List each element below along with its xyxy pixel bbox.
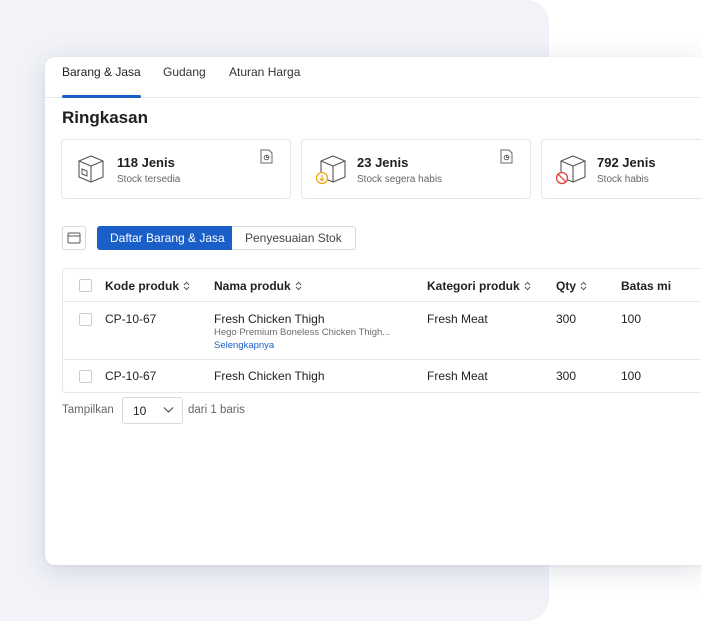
product-min-limit: 100 (621, 369, 642, 383)
product-category: Fresh Meat (427, 369, 488, 383)
pagination-suffix: dari 1 baris (188, 404, 245, 416)
row-checkbox[interactable] (79, 370, 92, 383)
header-label: Kode produk (105, 279, 179, 293)
row-checkbox[interactable] (79, 313, 92, 326)
column-header-nama[interactable]: Nama produk (214, 279, 302, 293)
read-more-link[interactable]: Selengkapnya (214, 340, 274, 351)
table-row[interactable]: CP-10-67 Fresh Chicken Thigh Fresh Meat … (63, 360, 701, 392)
report-icon[interactable] (500, 149, 513, 164)
summary-label: Stock habis (597, 174, 649, 185)
table-view-icon (67, 232, 81, 244)
column-header-qty[interactable]: Qty (556, 279, 587, 293)
summary-count: 118 Jenis (117, 155, 175, 170)
summary-label: Stock tersedia (117, 174, 181, 185)
product-table: Kode produk Nama produk Kategori produk … (62, 268, 701, 393)
pagination: Tampilkan 10 dari 1 baris (62, 397, 462, 424)
table-row[interactable]: CP-10-67 Fresh Chicken Thigh Hego Premiu… (63, 302, 701, 360)
chevron-down-icon (163, 407, 174, 413)
column-header-kode[interactable]: Kode produk (105, 279, 190, 293)
tab-gudang[interactable]: Gudang (163, 57, 206, 97)
table-header: Kode produk Nama produk Kategori produk … (63, 269, 701, 302)
box-icon (78, 155, 104, 183)
header-label: Qty (556, 279, 577, 293)
summary-card-low-stock[interactable]: 23 Jenis Stock segera habis (301, 139, 531, 199)
product-name: Fresh Chicken Thigh (214, 312, 325, 326)
product-name: Fresh Chicken Thigh (214, 369, 325, 383)
sort-icon (580, 281, 587, 291)
box-warning-icon (316, 155, 346, 185)
page-size-value: 10 (133, 404, 147, 418)
product-code: CP-10-67 (105, 369, 157, 383)
select-all-checkbox[interactable] (79, 279, 92, 292)
page-size-select[interactable]: 10 (122, 397, 183, 424)
summary-label: Stock segera habis (357, 174, 443, 185)
product-qty: 300 (556, 369, 577, 383)
pagination-prefix: Tampilkan (62, 404, 114, 416)
page-title: Ringkasan (62, 108, 148, 127)
sort-icon (524, 281, 531, 291)
product-category: Fresh Meat (427, 312, 488, 326)
column-header-kategori[interactable]: Kategori produk (427, 279, 531, 293)
sort-icon (295, 281, 302, 291)
summary-card-out-of-stock[interactable]: 792 Jenis Stock habis (541, 139, 701, 199)
tab-daftar-barang-jasa[interactable]: Daftar Barang & Jasa (97, 226, 238, 250)
report-icon[interactable] (260, 149, 273, 164)
tab-barang-jasa[interactable]: Barang & Jasa (62, 57, 141, 98)
header-label: Nama produk (214, 279, 291, 293)
box-empty-icon (556, 155, 586, 185)
sort-icon (183, 281, 190, 291)
column-settings-button[interactable] (62, 226, 86, 250)
product-code: CP-10-67 (105, 312, 157, 326)
product-min-limit: 100 (621, 312, 642, 326)
summary-count: 792 Jenis (597, 155, 656, 170)
product-description: Hego Premium Boneless Chicken Thigh... (214, 327, 391, 338)
summary-card-available[interactable]: 118 Jenis Stock tersedia (61, 139, 291, 199)
inventory-card: Barang & Jasa Gudang Aturan Harga Ringka… (45, 57, 701, 565)
tab-aturan-harga[interactable]: Aturan Harga (229, 57, 300, 97)
header-label: Kategori produk (427, 279, 520, 293)
column-header-batas[interactable]: Batas mi (621, 279, 671, 293)
tab-bar: Barang & Jasa Gudang Aturan Harga (45, 57, 701, 98)
tab-penyesuaian-stok[interactable]: Penyesuaian Stok (232, 226, 356, 250)
product-qty: 300 (556, 312, 577, 326)
summary-count: 23 Jenis (357, 155, 409, 170)
